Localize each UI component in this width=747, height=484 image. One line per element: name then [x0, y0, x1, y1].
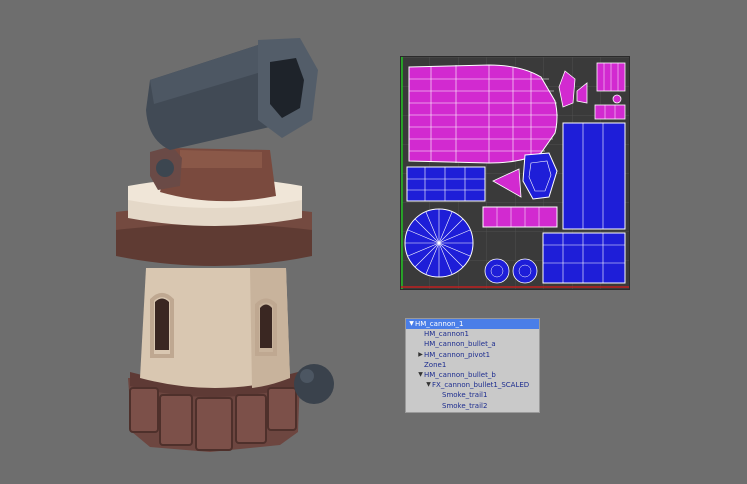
outliner-item[interactable]: HM_cannon_bullet_a — [406, 339, 539, 349]
outliner-item-label: HM_cannon_bullet_b — [424, 370, 496, 379]
uv-island-barrel — [408, 64, 558, 164]
uv-editor-panel[interactable] — [400, 56, 630, 290]
outliner-item-label: Zone1 — [424, 360, 447, 369]
outliner-item[interactable]: Smoke_trail2 — [406, 401, 539, 411]
uv-layout[interactable] — [401, 57, 629, 289]
outliner-item-label: HM_cannon_1 — [415, 320, 464, 328]
outliner-item-label: FX_cannon_bullet1_SCALED — [432, 381, 530, 390]
tower-wall — [140, 268, 290, 388]
outliner-item[interactable]: ▼ HM_cannon_1 — [406, 319, 539, 330]
cannon-barrel — [146, 38, 318, 150]
outliner-item-label: Smoke_trail1 — [442, 391, 488, 400]
scene-outliner[interactable]: ▼ HM_cannon_1 HM_cannon1 HM_cannon_bulle… — [405, 318, 540, 413]
3d-viewport[interactable] — [0, 0, 390, 480]
cannon-ball — [294, 364, 334, 404]
uv-island-tower-wall — [562, 122, 626, 230]
expand-arrow-icon[interactable]: ▼ — [417, 370, 424, 380]
expand-arrow-icon[interactable]: ▶ — [417, 350, 424, 360]
expand-arrow-icon[interactable]: ▼ — [425, 380, 432, 390]
uv-island-base — [542, 232, 626, 284]
outliner-item[interactable]: ▼ HM_cannon_bullet_b — [406, 370, 539, 380]
outliner-item-label: HM_cannon1 — [424, 330, 469, 339]
cannon-bracket — [150, 146, 276, 202]
outliner-item-label: Smoke_trail2 — [442, 401, 488, 410]
outliner-item-label: HM_cannon_pivot1 — [424, 350, 491, 359]
expand-arrow-icon[interactable]: ▼ — [408, 319, 415, 329]
outliner-item[interactable]: Smoke_trail1 — [406, 390, 539, 400]
outliner-item[interactable]: ▶ HM_cannon_pivot1 — [406, 350, 539, 360]
uv-island-strip — [482, 206, 558, 228]
outliner-item[interactable]: ▼ FX_cannon_bullet1_SCALED — [406, 380, 539, 390]
outliner-item[interactable]: HM_cannon1 — [406, 329, 539, 339]
uv-island-ring — [406, 166, 486, 202]
outliner-item[interactable]: Zone1 — [406, 360, 539, 370]
uv-island-cap-large — [404, 208, 474, 278]
cannon-tower-model[interactable] — [0, 0, 390, 480]
outliner-item-label: HM_cannon_bullet_a — [424, 340, 496, 349]
